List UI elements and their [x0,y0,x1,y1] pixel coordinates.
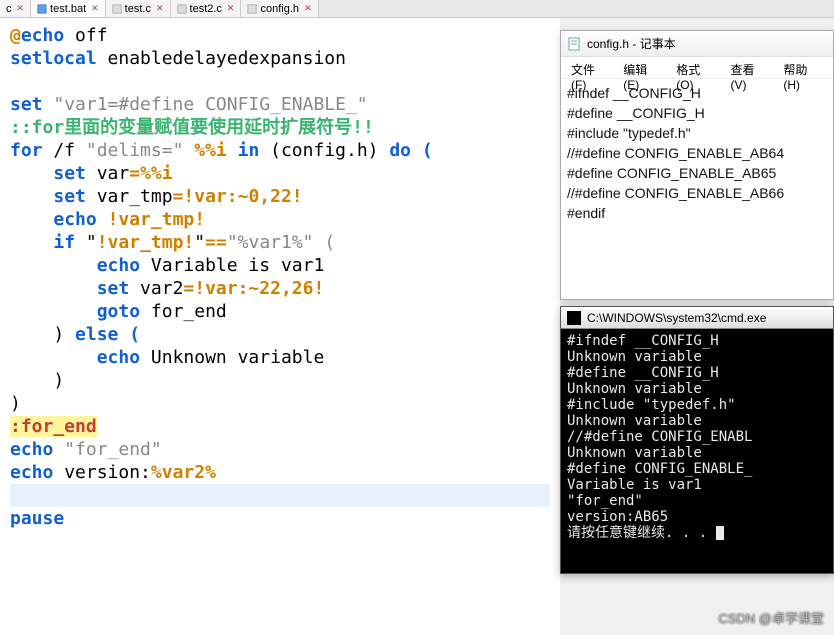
close-icon[interactable]: ✕ [17,3,25,14]
tab-bar: c✕ test.bat✕ test.c✕ test2.c✕ config.h✕ [0,0,834,18]
cmd-window: C:\WINDOWS\system32\cmd.exe #ifndef __CO… [560,306,834,574]
notepad-title: config.h - 记事本 [587,35,676,52]
menu-help[interactable]: 帮助(H) [777,59,829,76]
menu-file[interactable]: 文件(F) [565,59,615,76]
close-icon[interactable]: ✕ [304,3,312,14]
menu-edit[interactable]: 编辑(E) [617,59,668,76]
file-icon [177,4,187,14]
tab-config-h[interactable]: config.h✕ [241,0,318,17]
code-editor[interactable]: @echo off setlocal enabledelayedexpansio… [0,18,560,635]
close-icon[interactable]: ✕ [91,3,99,14]
notepad-titlebar[interactable]: config.h - 记事本 [561,31,833,57]
close-icon[interactable]: ✕ [156,3,164,14]
cursor-icon [716,526,724,540]
notepad-icon [567,37,581,51]
cmd-title-text: C:\WINDOWS\system32\cmd.exe [587,311,766,325]
notepad-menubar: 文件(F) 编辑(E) 格式(O) 查看(V) 帮助(H) [561,57,833,79]
tab-test2-c[interactable]: test2.c✕ [171,0,242,17]
notepad-window: config.h - 记事本 文件(F) 编辑(E) 格式(O) 查看(V) 帮… [560,30,834,300]
file-icon [37,4,47,14]
notepad-content[interactable]: #ifndef __CONFIG_H #define __CONFIG_H #i… [561,79,833,299]
file-icon [112,4,122,14]
menu-view[interactable]: 查看(V) [724,59,775,76]
watermark: CSDN @卓学课堂 [718,608,824,627]
tab-test-bat[interactable]: test.bat✕ [31,0,106,17]
cmd-titlebar[interactable]: C:\WINDOWS\system32\cmd.exe [561,307,833,329]
cmd-output[interactable]: #ifndef __CONFIG_H Unknown variable #def… [561,329,833,573]
file-icon [247,4,257,14]
close-icon[interactable]: ✕ [227,3,235,14]
cmd-icon [567,311,581,325]
menu-format[interactable]: 格式(O) [670,59,722,76]
tab-test-c[interactable]: test.c✕ [106,0,171,17]
tab-c[interactable]: c✕ [0,0,31,17]
